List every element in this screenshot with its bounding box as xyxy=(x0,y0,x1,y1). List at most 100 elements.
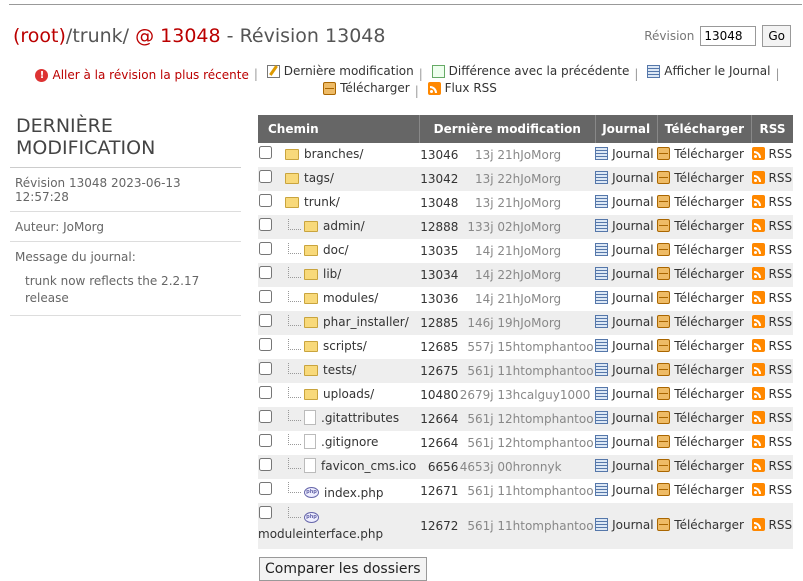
select-checkbox[interactable] xyxy=(259,290,272,303)
rss-link[interactable]: RSS xyxy=(751,267,793,281)
revision-link[interactable]: 12685 xyxy=(419,335,459,359)
go-button[interactable]: Go xyxy=(762,25,791,47)
log-label[interactable]: Journal xyxy=(612,315,654,329)
download-link[interactable]: Télécharger xyxy=(657,195,744,209)
download-label[interactable]: Télécharger xyxy=(674,171,744,185)
log-link[interactable]: Journal xyxy=(595,243,654,257)
download-label[interactable]: Télécharger xyxy=(674,219,744,233)
entry-name[interactable]: branches/ xyxy=(304,147,363,161)
rss-link[interactable]: RSS xyxy=(751,291,792,305)
select-checkbox[interactable] xyxy=(259,194,272,207)
select-checkbox[interactable] xyxy=(259,434,272,447)
entry-name[interactable]: scripts/ xyxy=(323,339,367,353)
log-link[interactable]: Journal xyxy=(595,171,654,185)
log-link[interactable]: Journal xyxy=(595,435,654,449)
log-link[interactable]: Journal xyxy=(595,219,654,233)
rss-link[interactable]: RSS xyxy=(751,363,793,377)
latest-revision-label[interactable]: Aller à la révision la plus récente xyxy=(52,68,248,82)
download-link[interactable]: Télécharger xyxy=(657,243,744,257)
rss-label[interactable]: RSS xyxy=(769,147,793,161)
log-link[interactable]: Journal xyxy=(595,315,654,329)
select-checkbox[interactable] xyxy=(259,458,272,471)
download-label[interactable]: Télécharger xyxy=(674,243,744,257)
revision-link[interactable]: 12885 xyxy=(419,311,459,335)
rss-label[interactable]: RSS xyxy=(769,411,793,425)
select-checkbox[interactable] xyxy=(259,338,272,351)
rss-feed-label[interactable]: Flux RSS xyxy=(445,81,497,95)
download-link[interactable]: Télécharger xyxy=(657,339,744,353)
entry-name[interactable]: .gitignore xyxy=(321,435,378,449)
log-label[interactable]: Journal xyxy=(612,363,654,377)
col-last-change[interactable]: Dernière modification xyxy=(418,115,596,143)
revision-link[interactable]: 13035 xyxy=(419,239,459,263)
rss-link[interactable]: RSS xyxy=(751,339,792,353)
entry-name[interactable]: index.php xyxy=(324,486,383,500)
download-label[interactable]: Télécharger xyxy=(340,81,410,95)
download-link[interactable]: Télécharger xyxy=(657,267,744,281)
rss-label[interactable]: RSS xyxy=(769,171,793,185)
last-change-label[interactable]: Dernière modification xyxy=(284,64,414,78)
revision-link[interactable]: 13034 xyxy=(419,263,459,287)
revision-link[interactable]: 13048 xyxy=(419,191,459,215)
entry-name[interactable]: moduleinterface.php xyxy=(258,527,383,541)
revision-link[interactable]: 12672 xyxy=(419,503,459,549)
revision-link[interactable]: 13036 xyxy=(419,287,459,311)
log-link[interactable]: Journal xyxy=(595,363,654,377)
log-link[interactable]: Journal xyxy=(595,411,654,425)
log-link[interactable]: Journal xyxy=(595,339,654,353)
log-link[interactable]: Journal xyxy=(595,387,654,401)
revision-link[interactable]: 13042 xyxy=(419,167,459,191)
rss-link[interactable]: RSS xyxy=(751,459,792,473)
download-label[interactable]: Télécharger xyxy=(674,195,744,209)
view-log-link[interactable]: Afficher le Journal xyxy=(647,64,770,78)
log-label[interactable]: Journal xyxy=(612,219,654,233)
col-path[interactable]: Chemin xyxy=(258,115,420,143)
log-label[interactable]: Journal xyxy=(612,435,654,449)
compare-folders-button[interactable]: Comparer les dossiers xyxy=(259,557,427,581)
download-label[interactable]: Télécharger xyxy=(674,267,744,281)
select-checkbox[interactable] xyxy=(259,410,272,423)
select-checkbox[interactable] xyxy=(259,266,272,279)
download-link[interactable]: Télécharger xyxy=(657,219,744,233)
revision-link[interactable]: 12664 xyxy=(419,407,459,431)
log-link[interactable]: Journal xyxy=(595,267,654,281)
log-label[interactable]: Journal xyxy=(612,195,654,209)
rss-label[interactable]: RSS xyxy=(769,267,793,281)
download-label[interactable]: Télécharger xyxy=(674,518,744,532)
rss-link[interactable]: RSS xyxy=(751,195,792,209)
root-link[interactable]: (root) xyxy=(13,25,66,47)
rss-label[interactable]: RSS xyxy=(769,219,793,233)
log-link[interactable]: Journal xyxy=(595,518,654,532)
last-change-link[interactable]: Dernière modification xyxy=(266,64,414,78)
entry-name[interactable]: tags/ xyxy=(304,171,334,185)
select-checkbox[interactable] xyxy=(259,146,272,159)
download-link[interactable]: Télécharger xyxy=(657,363,744,377)
rss-label[interactable]: RSS xyxy=(769,243,793,257)
download-label[interactable]: Télécharger xyxy=(674,387,744,401)
log-label[interactable]: Journal xyxy=(612,387,654,401)
latest-revision-link[interactable]: ! Aller à la révision la plus récente xyxy=(35,68,249,82)
log-label[interactable]: Journal xyxy=(612,171,654,185)
select-checkbox[interactable] xyxy=(259,170,272,183)
rss-link[interactable]: RSS xyxy=(751,219,793,233)
rss-link[interactable]: RSS xyxy=(751,435,793,449)
entry-name[interactable]: admin/ xyxy=(323,219,365,233)
entry-name[interactable]: lib/ xyxy=(323,267,341,281)
log-label[interactable]: Journal xyxy=(612,411,654,425)
log-link[interactable]: Journal xyxy=(595,483,654,497)
entry-name[interactable]: trunk/ xyxy=(304,195,340,209)
rss-label[interactable]: RSS xyxy=(769,435,793,449)
download-link[interactable]: Télécharger xyxy=(657,147,744,161)
download-link[interactable]: Télécharger xyxy=(657,171,744,185)
select-checkbox[interactable] xyxy=(259,242,272,255)
revision-link[interactable]: 13048 xyxy=(160,25,220,47)
select-checkbox[interactable] xyxy=(259,482,272,495)
download-link[interactable]: Télécharger xyxy=(657,435,744,449)
entry-name[interactable]: favicon_cms.ico xyxy=(321,459,416,473)
log-link[interactable]: Journal xyxy=(595,195,654,209)
rss-label[interactable]: RSS xyxy=(769,363,793,377)
rss-label[interactable]: RSS xyxy=(769,483,793,497)
entry-name[interactable]: modules/ xyxy=(323,291,378,305)
download-label[interactable]: Télécharger xyxy=(674,483,744,497)
entry-name[interactable]: tests/ xyxy=(323,363,356,377)
